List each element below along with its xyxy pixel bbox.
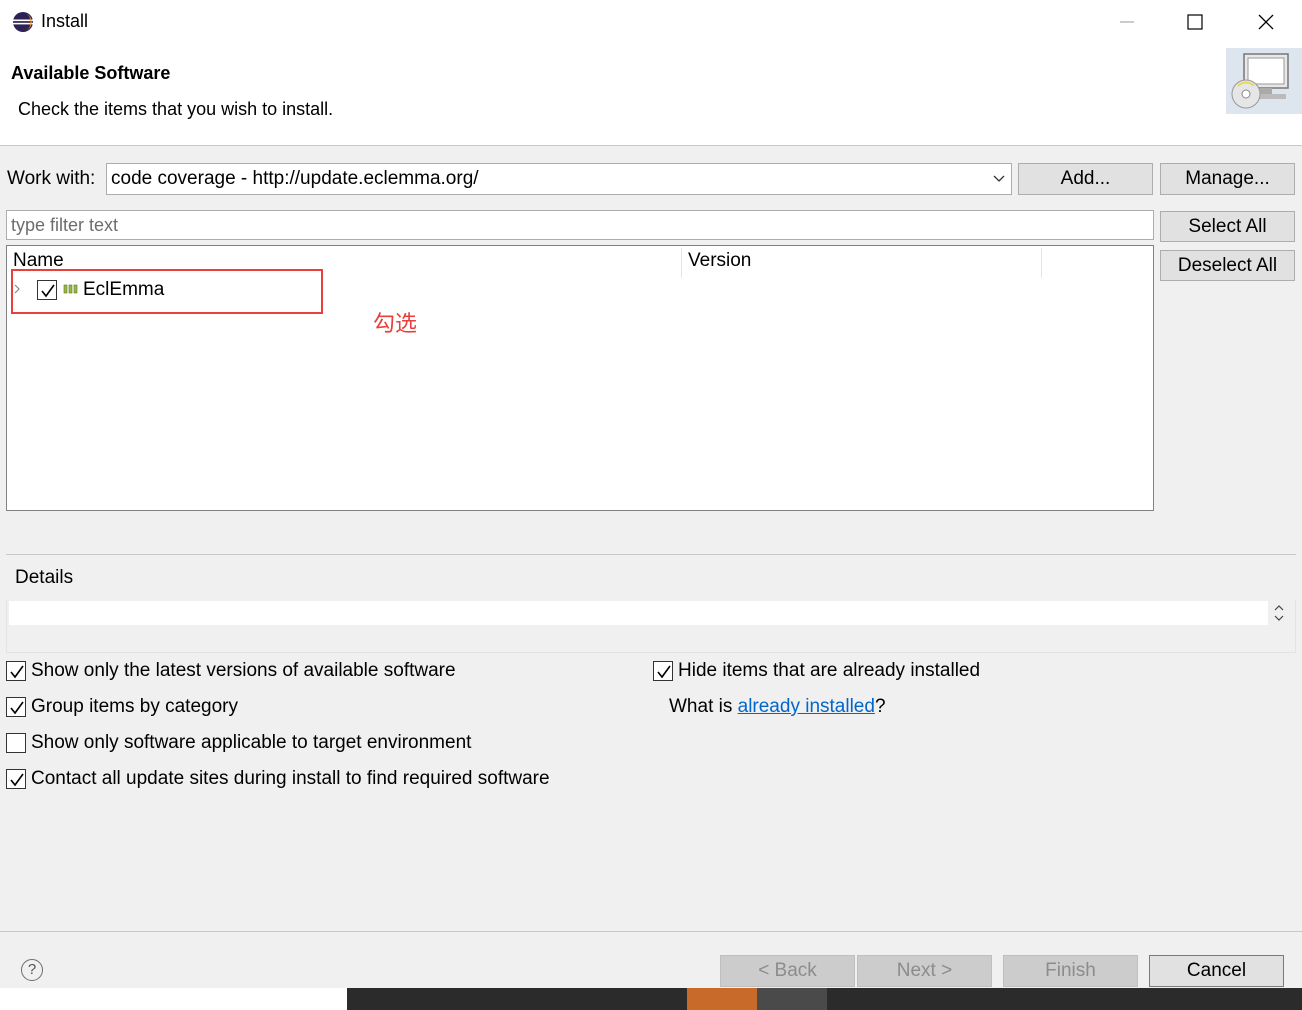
close-button[interactable] — [1231, 0, 1301, 44]
title-bar: Install — [0, 0, 1302, 44]
help-icon[interactable]: ? — [21, 959, 43, 981]
install-computer-icon — [1226, 48, 1302, 114]
details-label: Details — [15, 567, 74, 588]
work-with-value: code coverage - http://update.eclemma.or… — [111, 168, 479, 189]
divider — [6, 554, 1296, 555]
latest-versions-label[interactable]: Show only the latest versions of availab… — [31, 660, 456, 682]
checkmark-icon — [10, 665, 24, 679]
target-env-checkbox[interactable] — [6, 733, 26, 753]
footer-divider — [0, 931, 1302, 932]
column-separator[interactable] — [681, 248, 682, 278]
back-button[interactable]: < Back — [720, 955, 855, 987]
contact-sites-checkbox[interactable] — [6, 769, 26, 789]
details-text-area[interactable] — [9, 601, 1268, 625]
group-by-category-checkbox[interactable] — [6, 697, 26, 717]
install-dialog: Install Available Software Check the ite… — [0, 0, 1302, 1010]
checkmark-icon — [657, 665, 671, 679]
cancel-button[interactable]: Cancel — [1149, 955, 1284, 987]
wizard-banner: Available Software Check the items that … — [0, 44, 1302, 146]
checkmark-icon — [10, 701, 24, 715]
eclipse-logo-icon — [13, 12, 33, 32]
column-separator[interactable] — [1041, 248, 1042, 278]
maximize-icon — [1187, 14, 1203, 30]
work-with-label: Work with: — [7, 168, 96, 189]
maximize-button[interactable] — [1160, 0, 1230, 44]
target-env-label[interactable]: Show only software applicable to target … — [31, 732, 471, 754]
annotation-text: 勾选 — [373, 311, 418, 336]
filter-input[interactable] — [6, 210, 1154, 240]
deselect-all-button[interactable]: Deselect All — [1160, 250, 1295, 281]
what-is-prefix: What is — [669, 696, 738, 717]
add-site-button[interactable]: Add... — [1018, 163, 1153, 195]
select-all-button[interactable]: Select All — [1160, 211, 1295, 242]
finish-button[interactable]: Finish — [1003, 955, 1138, 987]
scroll-spinner-icon[interactable] — [1273, 603, 1285, 623]
close-icon — [1258, 14, 1274, 30]
already-installed-link[interactable]: already installed — [738, 696, 875, 717]
manage-sites-button[interactable]: Manage... — [1160, 163, 1295, 195]
hide-installed-label[interactable]: Hide items that are already installed — [678, 660, 980, 682]
latest-versions-checkbox[interactable] — [6, 661, 26, 681]
taskbar-app-button[interactable] — [757, 988, 827, 1010]
taskbar — [347, 988, 1302, 1010]
group-by-category-label[interactable]: Group items by category — [31, 696, 238, 718]
work-with-combo[interactable]: code coverage - http://update.eclemma.or… — [106, 163, 1012, 195]
page-title: Available Software — [11, 63, 171, 83]
chevron-down-icon — [993, 175, 1005, 182]
what-is-suffix: ? — [874, 696, 886, 717]
contact-sites-label[interactable]: Contact all update sites during install … — [31, 768, 550, 790]
window-title: Install — [41, 11, 89, 31]
column-header-version[interactable]: Version — [688, 250, 751, 272]
page-description: Check the items that you wish to install… — [18, 99, 334, 119]
hide-installed-checkbox[interactable] — [653, 661, 673, 681]
taskbar-app-button[interactable] — [687, 988, 757, 1010]
what-is-installed-text: What is already installed? — [669, 696, 886, 718]
checkmark-icon — [10, 773, 24, 787]
minimize-icon — [1120, 21, 1134, 23]
minimize-button[interactable] — [1092, 0, 1162, 44]
next-button[interactable]: Next > — [857, 955, 992, 987]
annotation-highlight-box — [11, 269, 323, 314]
